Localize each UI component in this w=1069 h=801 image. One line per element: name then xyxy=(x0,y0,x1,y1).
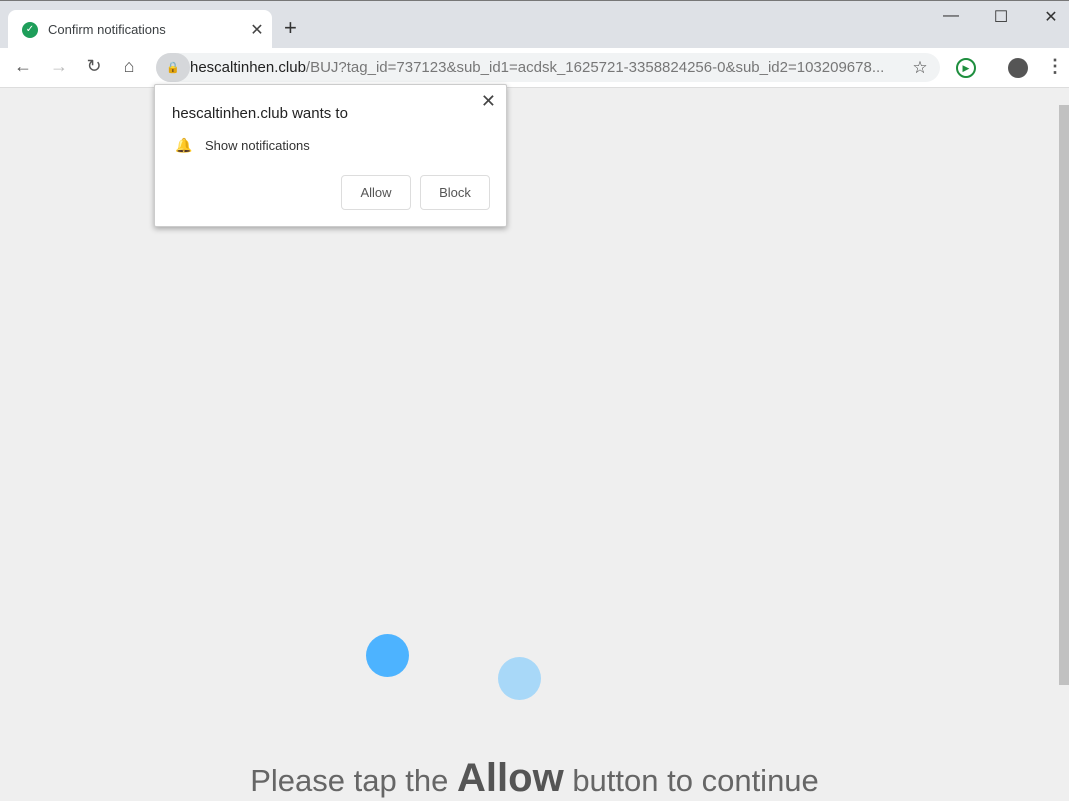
message-bold: Allow xyxy=(457,756,564,800)
maximize-button[interactable]: ☐ xyxy=(978,7,1024,27)
message-text: Please tap the xyxy=(250,763,458,798)
more-menu-icon[interactable]: ⋮ xyxy=(1046,56,1064,77)
tab-title: Confirm notifications xyxy=(48,22,166,37)
new-tab-button[interactable]: + xyxy=(284,15,297,41)
reload-icon[interactable]: ↻ xyxy=(82,56,106,77)
bell-icon: 🔔 xyxy=(175,137,193,153)
permission-label: Show notifications xyxy=(205,138,310,153)
scrollbar[interactable] xyxy=(1059,105,1069,685)
block-button[interactable]: Block xyxy=(420,175,490,210)
url-text[interactable]: hescaltinhen.club/BUJ?tag_id=737123&sub_… xyxy=(190,59,900,76)
back-icon[interactable]: ← xyxy=(11,56,35,77)
close-icon[interactable]: ✕ xyxy=(481,91,496,112)
allow-button[interactable]: Allow xyxy=(341,175,411,210)
loading-dot xyxy=(366,634,409,677)
account-icon[interactable] xyxy=(1008,58,1028,78)
close-window-button[interactable]: ✕ xyxy=(1028,7,1069,27)
address-bar[interactable]: 🔒 hescaltinhen.club/BUJ?tag_id=737123&su… xyxy=(156,53,940,82)
notification-permission-popup: hescaltinhen.club wants to ✕ 🔔 Show noti… xyxy=(154,84,507,227)
popup-title: hescaltinhen.club wants to xyxy=(172,105,348,122)
forward-icon[interactable]: → xyxy=(47,56,71,77)
toolbar: ← → ↻ ⌂ 🔒 hescaltinhen.club/BUJ?tag_id=7… xyxy=(0,48,1069,88)
loading-dot xyxy=(498,657,541,700)
bookmark-star-icon[interactable]: ☆ xyxy=(900,58,940,78)
minimize-button[interactable]: — xyxy=(928,7,974,25)
check-circle-icon: ✓ xyxy=(22,21,38,38)
close-tab-icon[interactable]: ✕ xyxy=(242,20,272,40)
message-text: button to continue xyxy=(563,763,819,798)
tab-confirm-notifications[interactable]: ✓ Confirm notifications ✕ xyxy=(8,10,272,49)
lock-icon[interactable]: 🔒 xyxy=(156,53,190,82)
url-path: /BUJ?tag_id=737123&sub_id1=acdsk_1625721… xyxy=(305,59,885,76)
instruction-message: Please tap the Allow button to continue xyxy=(0,756,1069,801)
url-host: hescaltinhen.club xyxy=(190,59,306,76)
home-icon[interactable]: ⌂ xyxy=(117,56,141,77)
play-circle-icon[interactable]: ▶ xyxy=(956,58,976,78)
title-bar: ✓ Confirm notifications ✕ + — ☐ ✕ xyxy=(0,0,1069,49)
